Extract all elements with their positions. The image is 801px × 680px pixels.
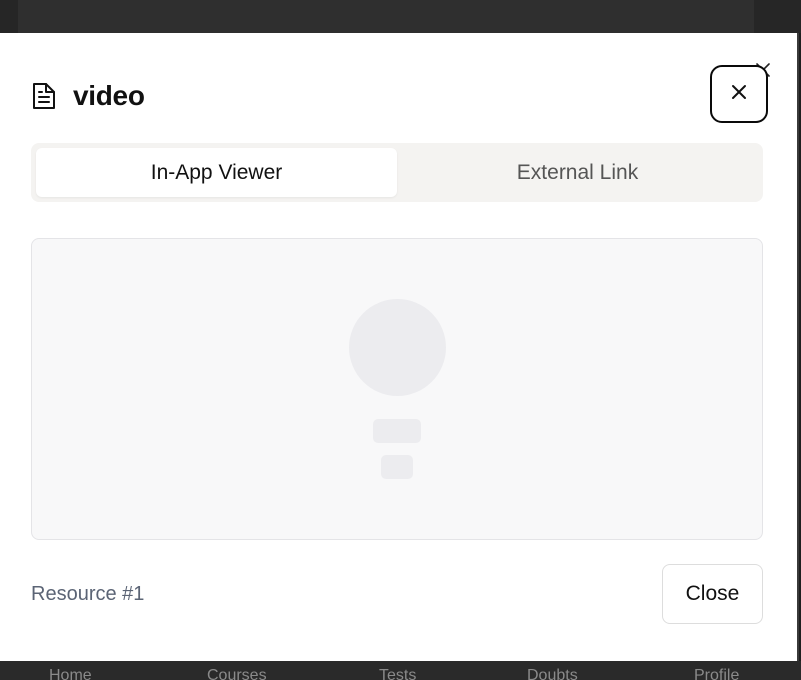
resource-label: Resource #1	[31, 583, 145, 605]
resource-viewer	[31, 238, 763, 540]
loading-skeleton-bar	[373, 419, 421, 443]
close-button[interactable]: Close	[662, 564, 763, 624]
document-icon	[31, 81, 57, 111]
bottom-nav-item-tests: Tests	[379, 667, 417, 680]
dialog-title: video	[73, 80, 145, 111]
bottom-nav-item-home: Home	[49, 667, 92, 680]
tab-external-link[interactable]: External Link	[397, 148, 758, 197]
background-bottom-nav: Home Courses Tests Doubts Profile	[0, 661, 801, 680]
bottom-nav-item-doubts: Doubts	[527, 667, 578, 680]
tab-in-app-viewer[interactable]: In-App Viewer	[36, 148, 397, 197]
background-header-panel	[18, 0, 754, 33]
resource-dialog: video In-App Viewer External Link Resour…	[0, 33, 799, 661]
bottom-nav-item-courses: Courses	[207, 667, 267, 680]
close-icon-button[interactable]	[710, 65, 768, 123]
dialog-header: video	[31, 79, 145, 113]
close-icon	[730, 83, 748, 106]
loading-skeleton-circle	[349, 299, 446, 396]
view-mode-tabs: In-App Viewer External Link	[31, 143, 763, 202]
background-header	[0, 0, 801, 33]
bottom-nav-item-profile: Profile	[694, 667, 740, 680]
loading-skeleton-bar	[381, 455, 413, 479]
